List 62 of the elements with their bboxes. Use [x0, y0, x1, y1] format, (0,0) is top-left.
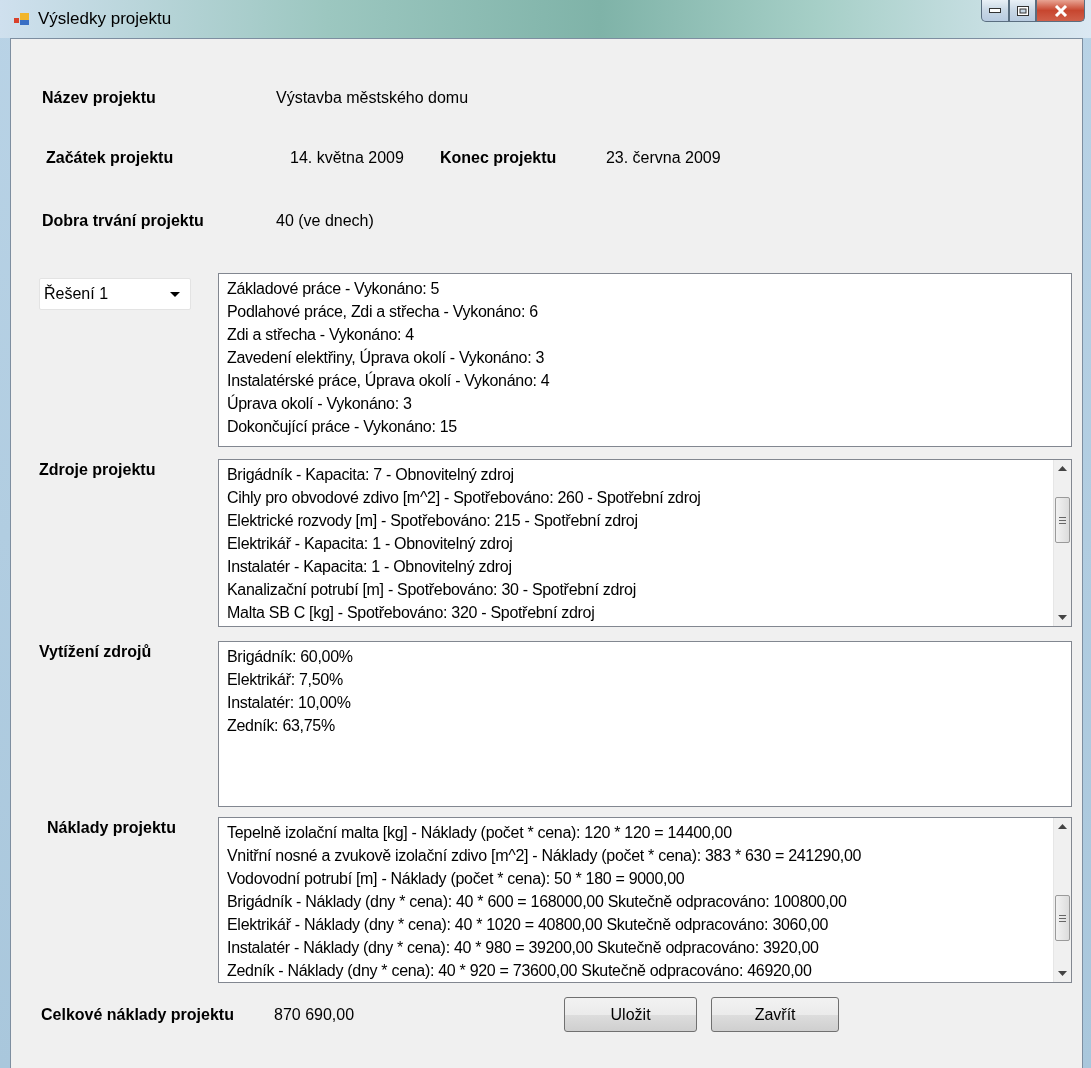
list-item[interactable]: Instalatér: 10,00% [227, 691, 1063, 714]
scroll-thumb[interactable] [1055, 497, 1070, 543]
list-item[interactable]: Zavedení elektřiny, Úprava okolí - Vykonáno: 3 [227, 346, 1063, 369]
solution-dropdown[interactable]: Řešení 1 [39, 278, 191, 310]
scrollbar[interactable] [1053, 818, 1071, 982]
scroll-thumb[interactable] [1055, 895, 1070, 941]
list-item[interactable]: Brigádník: 60,00% [227, 645, 1063, 668]
list-box[interactable] [218, 273, 1072, 447]
field-label: Začátek projektu [46, 149, 175, 167]
list-item[interactable]: Podlahové práce, Zdi a střecha - Vykonáno: 6 [227, 300, 1063, 323]
close-dialog-button[interactable]: Zavřít [711, 997, 840, 1032]
list-item[interactable]: Tepelně izolační malta [kg] - Náklady (počet * cena): 120 * 120 = 14400,00 [227, 821, 1045, 844]
list-item[interactable]: Vnitřní nosné a zvukově izolační zdivo [m^2] - Náklady (počet * cena): 383 * 630 = 241290,00 [227, 844, 1045, 867]
list-item[interactable]: Vodovodní potrubí [m] - Náklady (počet * cena): 50 * 180 = 9000,00 [227, 867, 1045, 890]
list-item[interactable]: Instalatérské práce, Úprava okolí - Vykonáno: 4 [227, 369, 1063, 392]
list-box[interactable]: Brigádník: 60,00% Elektrikář: 7,50% Instalatér: 10,00% Zedník: 63,75% [218, 641, 1072, 807]
maximize-icon [1016, 5, 1029, 16]
app-icon [14, 12, 30, 26]
minimize-button[interactable] [981, 0, 1009, 22]
field-value: 14. května 2009 [290, 149, 404, 167]
field-value: 23. června 2009 [605, 149, 721, 167]
list-item[interactable]: Elektrikář - Kapacita: 1 - Obnovitelný zdroj [227, 532, 1045, 555]
minimize-icon [989, 8, 1001, 13]
field-value: Výstavba městského domu [276, 89, 469, 107]
list-item[interactable]: Elektrikář: 7,50% [227, 668, 1063, 691]
section-label: Zdroje projektu [39, 460, 157, 479]
dropdown-caret-icon [170, 291, 180, 297]
list-item[interactable]: Instalatér - Náklady (dny * cena): 40 * 980 = 39200,00 Skutečně odpracováno: 3920,00 [227, 936, 1045, 959]
list-item[interactable]: Zedník: 63,75% [227, 714, 1063, 737]
list-item[interactable]: Dokončující práce - Vykonáno: 15 [227, 415, 1063, 438]
list-item[interactable]: Zdi a střecha - Vykonáno: 4 [227, 323, 1063, 346]
field-label: Konec projektu [439, 149, 558, 167]
list-item[interactable]: Kanalizační potrubí [m] - Spotřebováno: 30 - Spotřební zdroj [227, 578, 1045, 601]
list-item[interactable]: Úprava okolí - Vykonáno: 3 [227, 392, 1063, 415]
scroll-up-icon[interactable] [1058, 824, 1067, 829]
close-button[interactable] [1036, 0, 1085, 22]
list-item[interactable]: Elektrické rozvody [m] - Spotřebováno: 215 - Spotřební zdroj [227, 509, 1045, 532]
field-label: Název projektu [42, 89, 157, 107]
save-button[interactable]: Uložit [564, 997, 698, 1032]
list-item[interactable]: Malta SB C [kg] - Spotřebováno: 320 - Spotřební zdroj [227, 601, 1045, 624]
field-value: 40 (ve dnech) [276, 212, 374, 230]
total-label: Celkové náklady projektu [41, 1005, 235, 1024]
scrollbar[interactable] [1053, 460, 1071, 626]
maximize-button[interactable] [1009, 0, 1036, 22]
field-label: Dobra trvání projektu [42, 212, 205, 230]
scroll-down-icon[interactable] [1058, 971, 1067, 976]
close-icon [1053, 4, 1068, 17]
list-item[interactable]: Elektrikář - Náklady (dny * cena): 40 * 1020 = 40800,00 Skutečně odpracováno: 3060,00 [227, 913, 1045, 936]
list-box[interactable] [218, 459, 1072, 627]
scroll-up-icon[interactable] [1058, 466, 1067, 471]
total-value: 870 690,00 [274, 1005, 355, 1024]
list-box[interactable] [218, 817, 1072, 983]
section-label: Náklady projektu [46, 818, 177, 837]
scroll-down-icon[interactable] [1058, 615, 1067, 620]
list-item[interactable]: Základové práce - Vykonáno: 5 [227, 277, 1063, 300]
list-item[interactable]: Instalatér - Kapacita: 1 - Obnovitelný zdroj [227, 555, 1045, 578]
list-item[interactable]: Cihly pro obvodové zdivo [m^2] - Spotřebováno: 260 - Spotřební zdroj [227, 486, 1045, 509]
list-item[interactable]: Brigádník - Kapacita: 7 - Obnovitelný zdroj [227, 463, 1045, 486]
list-item[interactable]: Brigádník - Náklady (dny * cena): 40 * 600 = 168000,00 Skutečně odpracováno: 100800,00 [227, 890, 1045, 913]
window-title: Výsledky projektu [38, 9, 173, 29]
list-item[interactable]: Zedník - Náklady (dny * cena): 40 * 920 = 73600,00 Skutečně odpracováno: 46920,00 [227, 959, 1045, 982]
section-label: Vytížení zdrojů [39, 642, 153, 661]
